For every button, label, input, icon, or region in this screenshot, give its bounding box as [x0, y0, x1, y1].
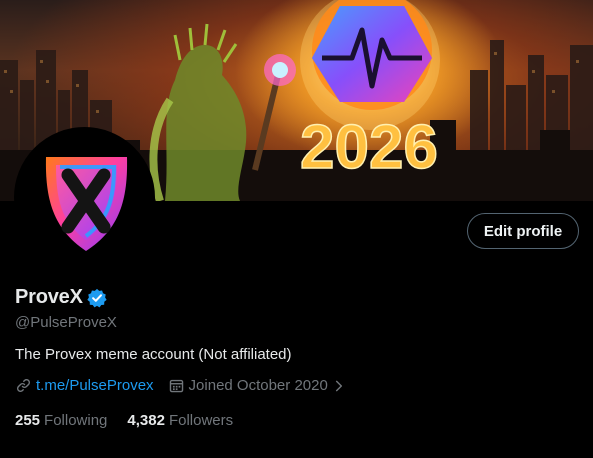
following-link[interactable]: 255 Following	[15, 412, 107, 429]
following-label: Following	[44, 412, 108, 429]
link-icon	[15, 377, 32, 394]
followers-label: Followers	[168, 412, 234, 429]
profile-handle: @PulseProveX	[15, 314, 117, 331]
profile-page: 2026 Edit profile ProveX @PulseProveX Th…	[0, 0, 593, 458]
calendar-icon	[168, 377, 185, 394]
chevron-right-icon[interactable]	[332, 379, 346, 393]
profile-link-text[interactable]: t.me/PulseProvex	[36, 377, 154, 394]
banner-year-text: 2026	[300, 113, 438, 182]
profile-bio: The Provex meme account (Not affiliated)	[15, 346, 292, 363]
display-name-row: ProveX	[15, 286, 107, 309]
joined-date[interactable]: Joined October 2020	[168, 377, 346, 394]
profile-meta-row: t.me/PulseProvex Joined October 2020	[15, 377, 346, 394]
provex-shield-logo	[16, 129, 153, 266]
follow-stats-row: 255 Following 4,382 Followers	[15, 412, 233, 429]
profile-avatar[interactable]	[14, 127, 155, 268]
joined-text: Joined October 2020	[188, 377, 328, 394]
followers-link[interactable]: 4,382 Followers	[127, 412, 233, 429]
profile-link[interactable]: t.me/PulseProvex	[15, 377, 154, 394]
verified-badge-icon[interactable]	[87, 288, 107, 308]
following-count: 255	[15, 412, 41, 429]
edit-profile-button[interactable]: Edit profile	[467, 213, 579, 249]
display-name: ProveX	[15, 286, 83, 308]
followers-count: 4,382	[127, 412, 165, 429]
